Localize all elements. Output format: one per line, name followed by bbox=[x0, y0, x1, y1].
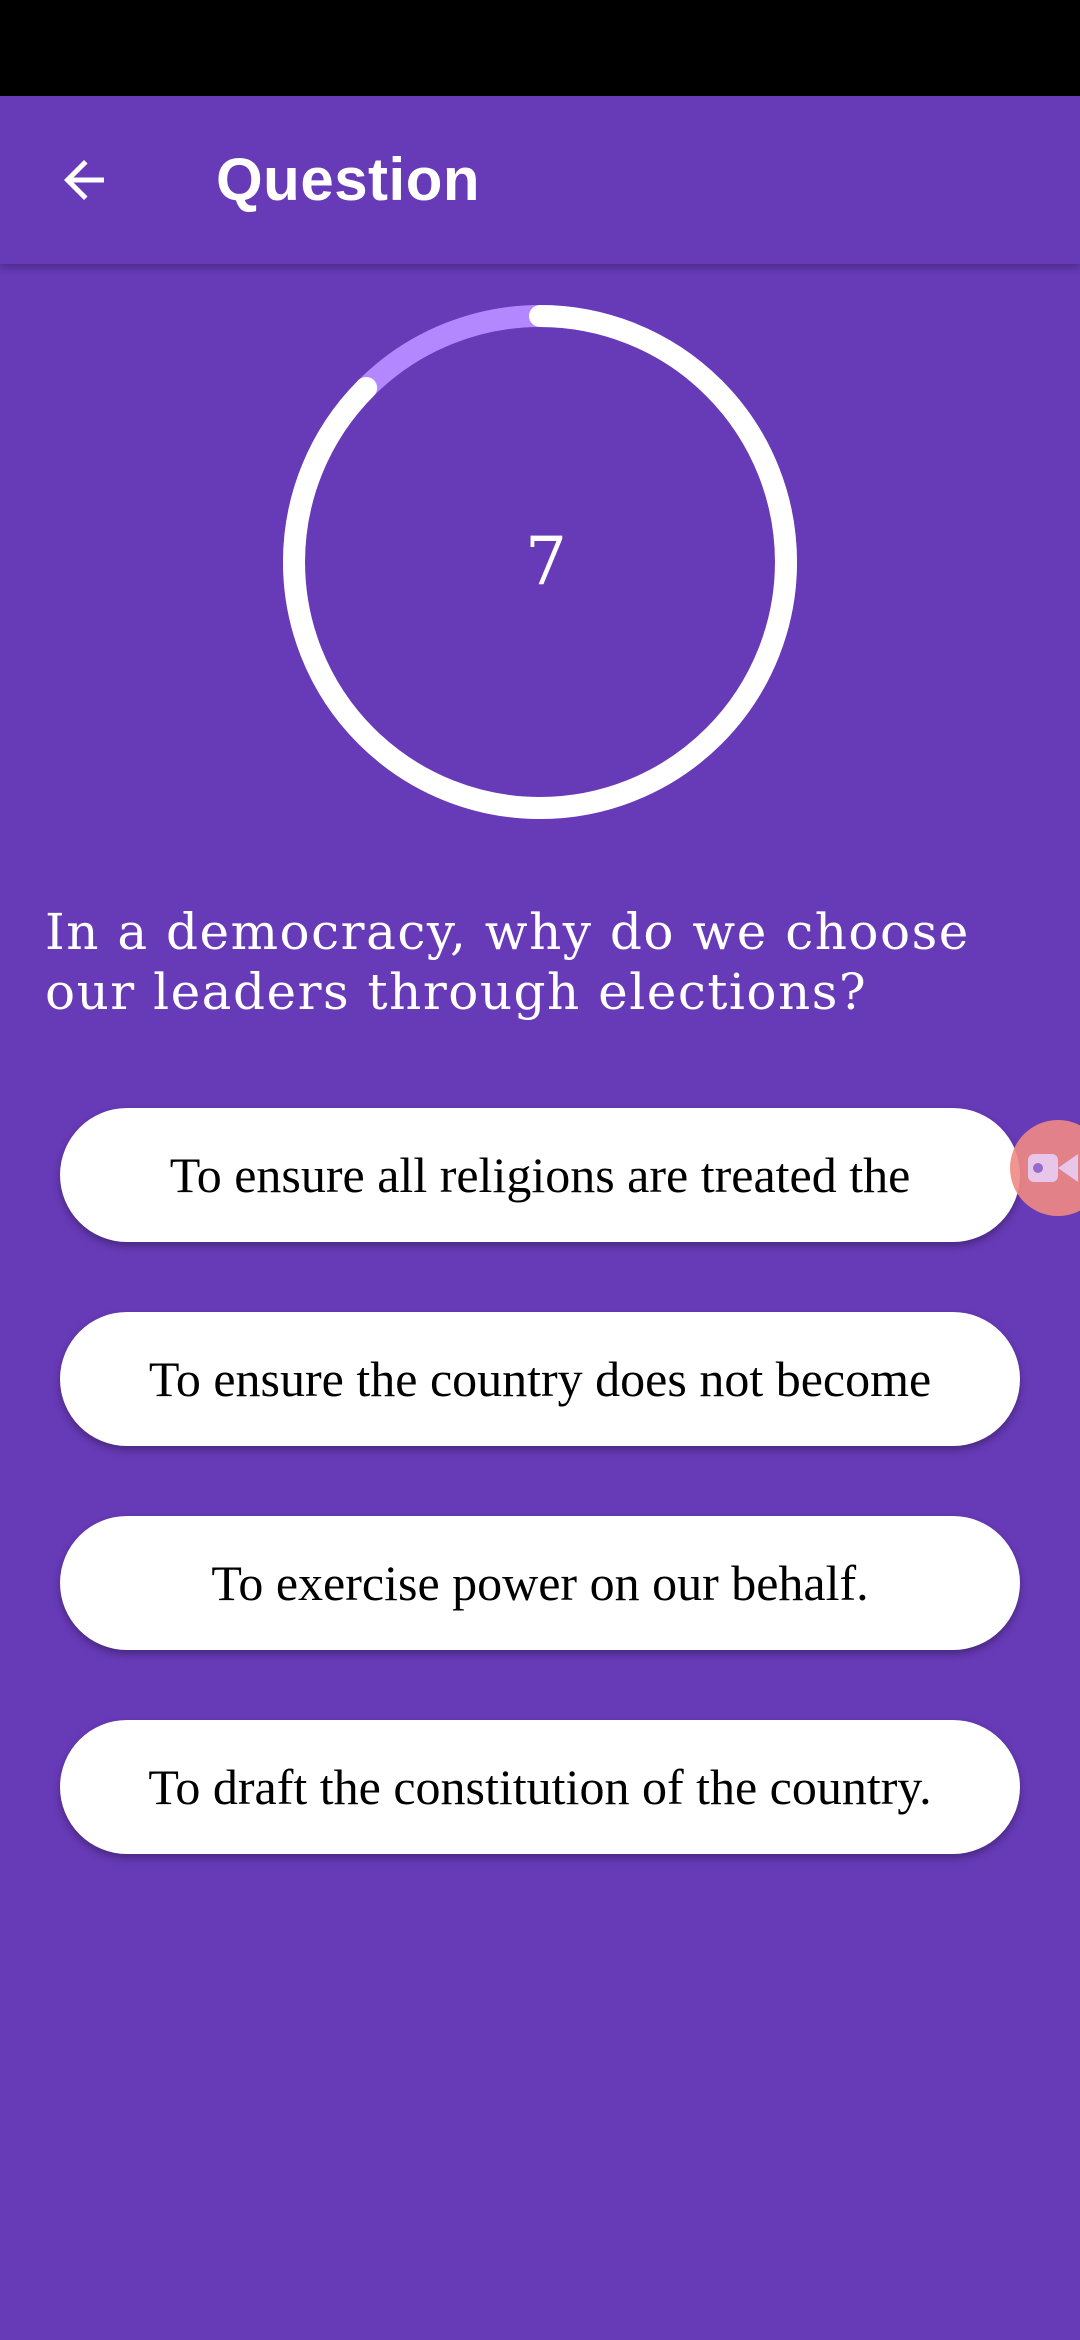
answer-option-2[interactable]: To ensure the country does not become bbox=[60, 1312, 1020, 1446]
status-bar bbox=[0, 0, 1080, 96]
answer-option-label: To ensure the country does not become bbox=[148, 1351, 932, 1407]
timer-value: 7 bbox=[525, 523, 567, 600]
countdown-timer: 7 bbox=[282, 304, 798, 820]
page-title: Question bbox=[216, 146, 481, 213]
answer-option-label: To exercise power on our behalf. bbox=[211, 1555, 869, 1611]
answer-option-label: To ensure all religions are treated the bbox=[169, 1147, 911, 1203]
app-bar: Question bbox=[0, 96, 1080, 264]
answer-option-3[interactable]: To exercise power on our behalf. bbox=[60, 1516, 1020, 1650]
question-text: In a democracy, why do we choose our lea… bbox=[45, 903, 970, 1021]
video-camera-icon bbox=[1028, 1154, 1078, 1182]
back-button[interactable] bbox=[36, 132, 132, 228]
answer-options: To ensure all religions are treated the … bbox=[60, 1108, 1020, 1924]
floating-record-button[interactable] bbox=[1010, 1120, 1080, 1216]
arrow-left-icon bbox=[64, 160, 104, 200]
answer-option-1[interactable]: To ensure all religions are treated the bbox=[60, 1108, 1020, 1242]
answer-option-4[interactable]: To draft the constitution of the country… bbox=[60, 1720, 1020, 1854]
answer-option-label: To draft the constitution of the country… bbox=[148, 1759, 932, 1815]
